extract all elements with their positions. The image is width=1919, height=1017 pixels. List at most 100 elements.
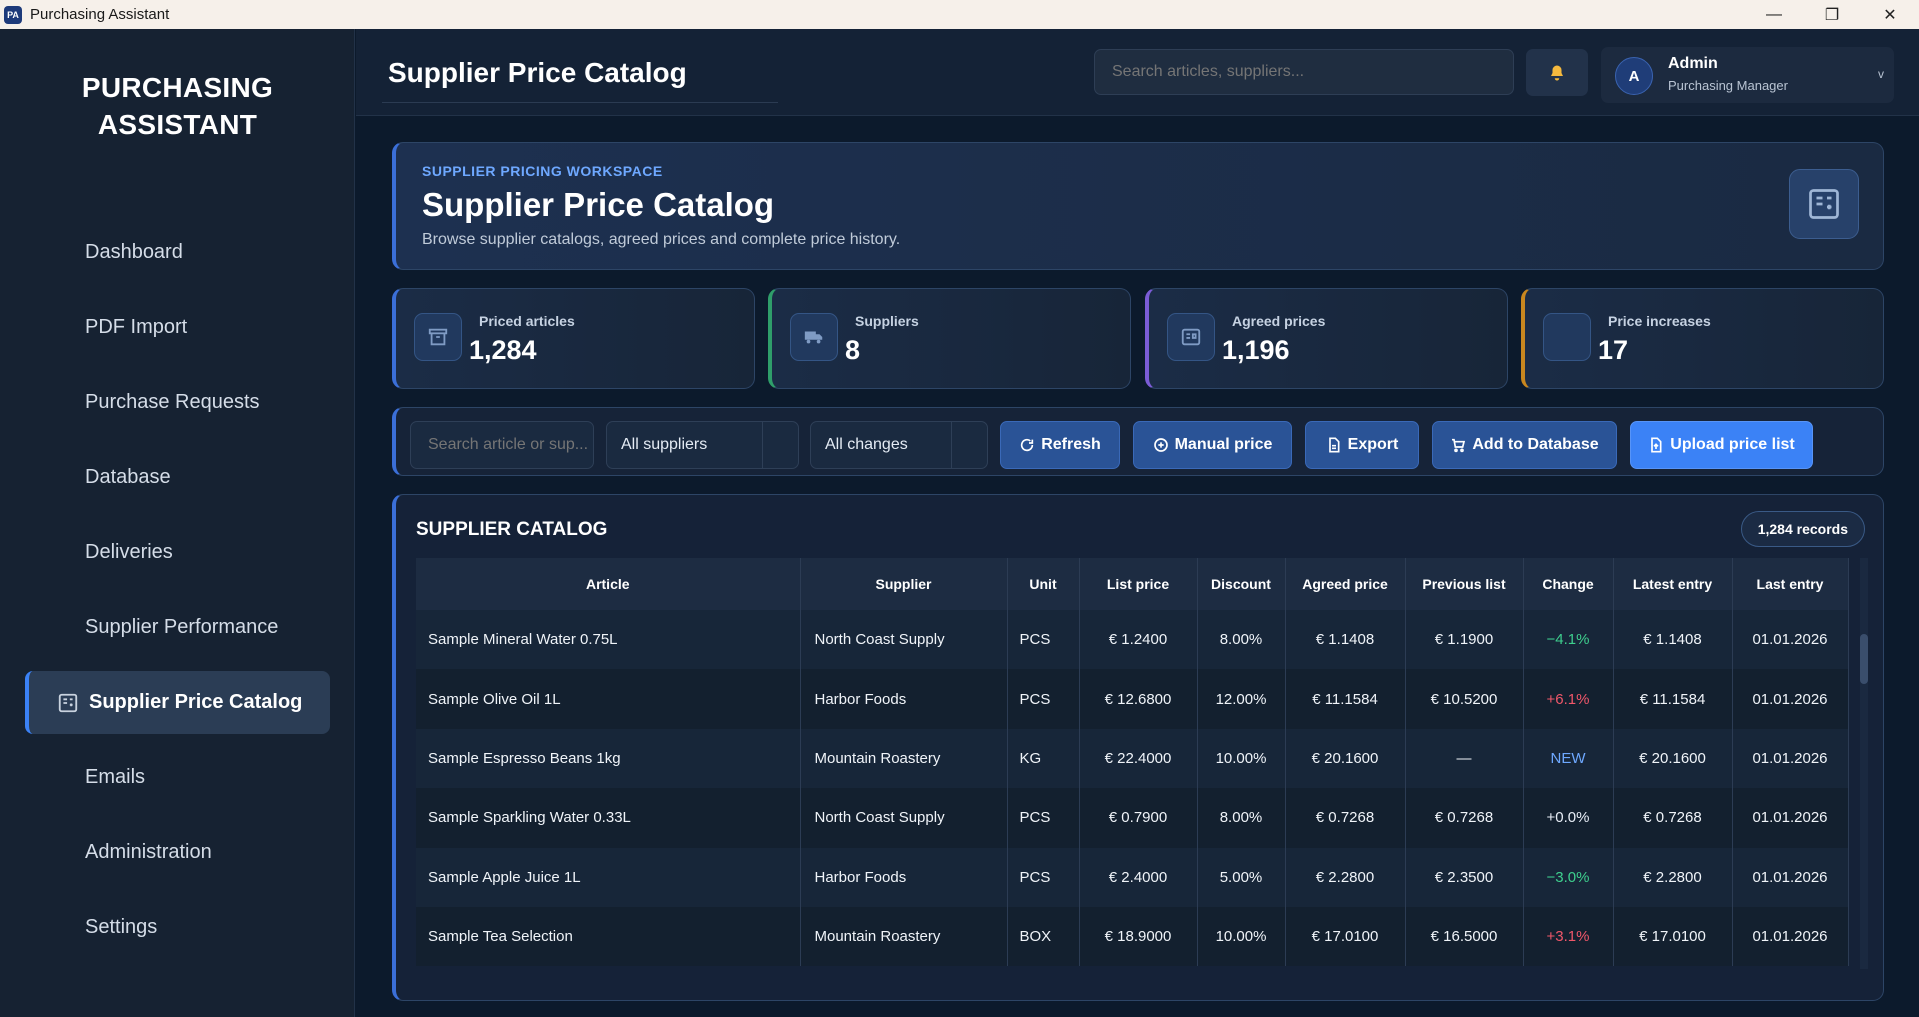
column-header[interactable]: Change [1523, 558, 1614, 610]
table-cell-agreed: € 11.1584 [1285, 669, 1406, 729]
column-header[interactable]: Supplier [800, 558, 1008, 610]
hero-title: Supplier Price Catalog [422, 186, 775, 223]
table-cell-prev: € 0.7268 [1405, 788, 1524, 848]
chevron-down-icon [951, 422, 987, 468]
sidebar-item-label: Settings [85, 916, 158, 938]
bell-icon [1551, 65, 1563, 80]
table-row[interactable]: Sample Olive Oil 1L Harbor Foods PCS € 12.6… [416, 669, 1849, 729]
chevron-down-icon [762, 422, 798, 468]
upload-label: Upload price list [1670, 436, 1795, 453]
sidebar-item-database[interactable]: Database [25, 446, 330, 509]
sidebar-item-purchase-requests[interactable]: Purchase Requests [25, 371, 330, 434]
table-row[interactable]: Sample Apple Juice 1L Harbor Foods PCS € 2.… [416, 847, 1849, 907]
table-cell-agreed: € 20.1600 [1285, 728, 1406, 789]
minimize-icon[interactable]: — [1745, 0, 1803, 29]
table-cell-change: +3.1% [1523, 906, 1614, 967]
column-header[interactable]: Latest entry [1613, 558, 1733, 610]
brand-logo: PURCHASING ASSISTANT [0, 69, 355, 143]
table-cell-article: Sample Sparkling Water 0.33L [416, 788, 801, 848]
hero-eyebrow: SUPPLIER PRICING WORKSPACE [422, 163, 663, 179]
table-cell-latest: € 20.1600 [1613, 728, 1733, 789]
column-header[interactable]: Last entry [1732, 558, 1849, 610]
table-cell-unit: PCS [1007, 788, 1080, 848]
sidebar-item-settings[interactable]: Settings [25, 896, 330, 959]
brand-line-2: ASSISTANT [97, 109, 258, 140]
column-header[interactable]: Article [416, 558, 801, 610]
sidebar-item-dashboard[interactable]: Dashboard [25, 221, 330, 284]
hero-subtitle: Browse supplier catalogs, agreed prices … [422, 231, 901, 248]
table-row[interactable]: Sample Espresso Beans 1kg Mountain Roaste… [416, 728, 1849, 789]
add-to-database-button[interactable]: Add to Database [1432, 421, 1617, 469]
table-row[interactable]: Sample Mineral Water 0.75L North Coast Su… [416, 610, 1849, 670]
document-icon [1328, 437, 1340, 453]
window-titlebar: PA Purchasing Assistant — ❐ ✕ [0, 0, 1919, 29]
table-cell-change: +6.1% [1523, 669, 1614, 729]
table-cell-agreed: € 2.2800 [1285, 847, 1406, 907]
records-badge: 1,284 records [1740, 511, 1865, 547]
table-scrollbar[interactable] [1860, 558, 1868, 969]
catalog-table-wrapper: Article Supplier Unit List price Discoun… [416, 558, 1858, 969]
manual-price-label: Manual price [1174, 436, 1273, 453]
table-cell-change: −3.0% [1523, 847, 1614, 907]
upload-price-list-button[interactable]: Upload price list [1630, 421, 1813, 469]
kpi-label: Suppliers [855, 313, 919, 329]
chevron-down-icon: v [1878, 67, 1884, 81]
table-cell-last: 01.01.2026 [1732, 906, 1849, 967]
notifications-button[interactable] [1526, 49, 1588, 96]
table-cell-list: € 0.7900 [1079, 788, 1198, 848]
change-filter-value: All changes [825, 436, 908, 453]
supplier-filter-select[interactable]: All suppliers [606, 421, 799, 469]
column-header[interactable]: Unit [1007, 558, 1080, 610]
main-content: Supplier Price Catalog A Admin Purchasin… [356, 29, 1919, 1017]
sidebar-item-label: Supplier Performance [85, 616, 279, 638]
column-header[interactable]: Discount [1197, 558, 1286, 610]
close-icon[interactable]: ✕ [1861, 0, 1919, 29]
table-cell-agreed: € 1.1408 [1285, 610, 1406, 670]
column-header[interactable]: List price [1079, 558, 1198, 610]
table-cell-prev: € 16.5000 [1405, 906, 1524, 967]
catalog-table: Article Supplier Unit List price Discoun… [416, 558, 1849, 967]
table-cell-article: Sample Mineral Water 0.75L [416, 610, 801, 670]
article-search-input[interactable] [410, 421, 594, 469]
sidebar-item-administration[interactable]: Administration [25, 821, 330, 884]
title-underline [382, 102, 778, 103]
manual-price-button[interactable]: Manual price [1133, 421, 1292, 469]
table-cell-supplier: Mountain Roastery [800, 728, 1008, 789]
sidebar-nav: Dashboard PDF Import Purchase Requests D… [25, 221, 330, 971]
change-filter-select[interactable]: All changes [810, 421, 988, 469]
table-cell-discount: 10.00% [1197, 728, 1286, 789]
column-header[interactable]: Agreed price [1285, 558, 1406, 610]
refresh-button[interactable]: Refresh [1000, 421, 1120, 469]
table-cell-list: € 1.2400 [1079, 610, 1198, 670]
kpi-value: 17 [1598, 335, 1629, 365]
table-row[interactable]: Sample Sparkling Water 0.33L North Coast … [416, 788, 1849, 848]
global-search-input[interactable] [1094, 49, 1514, 95]
table-cell-latest: € 11.1584 [1613, 669, 1733, 729]
user-menu[interactable]: A Admin Purchasing Manager v [1601, 47, 1894, 103]
column-header[interactable]: Previous list [1405, 558, 1524, 610]
export-button[interactable]: Export [1305, 421, 1419, 469]
brand-line-1: PURCHASING [81, 72, 274, 103]
table-cell-last: 01.01.2026 [1732, 669, 1849, 729]
table-cell-change: −4.1% [1523, 610, 1614, 670]
supplier-filter-value: All suppliers [621, 436, 708, 453]
avatar: A [1615, 57, 1653, 95]
file-upload-icon [1651, 437, 1662, 453]
refresh-icon [1021, 438, 1034, 452]
sidebar: PURCHASING ASSISTANT Dashboard PDF Impor… [0, 29, 355, 1017]
table-row[interactable]: Sample Tea Selection Mountain Roastery BOX… [416, 906, 1849, 967]
sidebar-item-emails[interactable]: Emails [25, 746, 330, 809]
table-cell-discount: 10.00% [1197, 906, 1286, 967]
restore-icon[interactable]: ❐ [1803, 0, 1861, 29]
window-title: Purchasing Assistant [30, 6, 170, 23]
sidebar-item-supplier-price-catalog[interactable]: Supplier Price Catalog [25, 671, 330, 734]
sidebar-item-deliveries[interactable]: Deliveries [25, 521, 330, 584]
table-cell-latest: € 0.7268 [1613, 788, 1733, 848]
scrollbar-thumb[interactable] [1860, 634, 1868, 684]
table-cell-article: Sample Olive Oil 1L [416, 669, 801, 729]
sidebar-item-supplier-performance[interactable]: Supplier Performance [25, 596, 330, 659]
trend-up-icon [1543, 313, 1591, 361]
table-cell-latest: € 17.0100 [1613, 906, 1733, 967]
sidebar-item-label: Database [85, 466, 171, 488]
sidebar-item-pdf-import[interactable]: PDF Import [25, 296, 330, 359]
